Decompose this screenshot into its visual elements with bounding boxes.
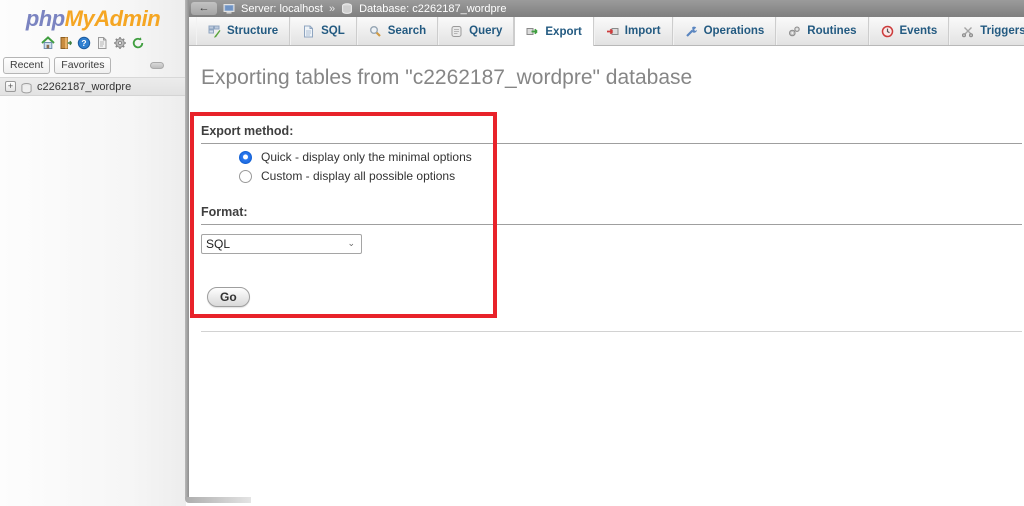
- tab-bar: Structure SQL Search Query Export Import: [189, 17, 1024, 46]
- tab-events[interactable]: Events: [869, 17, 950, 45]
- export-icon: [526, 25, 539, 38]
- format-section-header: Format:: [201, 203, 1022, 225]
- tab-sql-label: SQL: [321, 25, 345, 37]
- format-label: Format:: [201, 205, 248, 219]
- format-select[interactable]: SQL: [201, 234, 362, 254]
- events-icon: [881, 25, 894, 38]
- custom-radio[interactable]: [239, 170, 252, 183]
- database-tree-item[interactable]: + c2262187_wordpre: [0, 77, 186, 96]
- recent-button[interactable]: Recent: [3, 57, 50, 74]
- export-method-section-header: Export method:: [201, 122, 1022, 144]
- search-icon: [369, 25, 382, 38]
- tab-operations-label: Operations: [704, 25, 765, 37]
- tab-import-label: Import: [625, 25, 661, 37]
- main-panel: ← Server: localhost » Database: c2262187…: [189, 0, 1024, 497]
- content-separator: [201, 331, 1022, 332]
- page-title: Exporting tables from "c2262187_wordpre"…: [201, 66, 692, 90]
- back-button[interactable]: ←: [191, 2, 217, 15]
- tab-query-label: Query: [469, 25, 502, 37]
- tab-import[interactable]: Import: [594, 17, 673, 45]
- custom-radio-label[interactable]: Custom - display all possible options: [261, 169, 455, 183]
- help-icon[interactable]: ?: [77, 36, 91, 50]
- database-icon: [20, 81, 33, 92]
- server-icon: [223, 3, 235, 15]
- tree-expand-icon[interactable]: +: [5, 81, 16, 92]
- import-icon: [606, 25, 619, 38]
- tab-routines-label: Routines: [807, 25, 856, 37]
- database-tree-label[interactable]: c2262187_wordpre: [37, 81, 131, 93]
- tab-sql[interactable]: SQL: [290, 17, 357, 45]
- database-icon: [341, 3, 353, 15]
- sidebar-collapse-handle[interactable]: [150, 62, 164, 69]
- settings-icon[interactable]: [113, 36, 127, 50]
- quick-option-row[interactable]: Quick - display only the minimal options: [239, 150, 472, 164]
- tab-triggers-label: Triggers: [980, 25, 1024, 37]
- favorites-button[interactable]: Favorites: [54, 57, 111, 74]
- tab-export[interactable]: Export: [514, 17, 593, 46]
- logo-php: php: [26, 6, 65, 31]
- quick-radio-label[interactable]: Quick - display only the minimal options: [261, 150, 472, 164]
- refresh-icon[interactable]: [131, 36, 145, 50]
- tab-query[interactable]: Query: [438, 17, 514, 45]
- tab-search[interactable]: Search: [357, 17, 438, 45]
- format-select-wrap: SQL ⌄: [201, 234, 362, 254]
- export-method-label: Export method:: [201, 124, 293, 138]
- tab-triggers[interactable]: Triggers: [949, 17, 1024, 45]
- home-icon[interactable]: [41, 36, 55, 50]
- tab-routines[interactable]: Routines: [776, 17, 868, 45]
- docs-icon[interactable]: [95, 36, 109, 50]
- tab-search-label: Search: [388, 25, 426, 37]
- tab-structure[interactable]: Structure: [196, 17, 290, 45]
- quick-radio[interactable]: [239, 151, 252, 164]
- tab-export-label: Export: [545, 26, 581, 38]
- triggers-icon: [961, 25, 974, 38]
- logo-myadmin: MyAdmin: [65, 6, 161, 31]
- tab-events-label: Events: [900, 25, 938, 37]
- tab-operations[interactable]: Operations: [673, 17, 777, 45]
- sidebar: phpMyAdmin ? Recent Favorites: [0, 0, 186, 506]
- window-frame-edge: [185, 497, 251, 503]
- breadcrumb-database[interactable]: Database: c2262187_wordpre: [359, 3, 506, 15]
- logout-icon[interactable]: [59, 36, 73, 50]
- tab-structure-label: Structure: [227, 25, 278, 37]
- custom-option-row[interactable]: Custom - display all possible options: [239, 169, 455, 183]
- breadcrumb-separator: »: [329, 3, 335, 15]
- structure-icon: [208, 25, 221, 38]
- operations-icon: [685, 25, 698, 38]
- routines-icon: [788, 25, 801, 38]
- breadcrumb-server[interactable]: Server: localhost: [241, 3, 323, 15]
- query-icon: [450, 25, 463, 38]
- svg-text:?: ?: [81, 38, 86, 48]
- breadcrumb: ← Server: localhost » Database: c2262187…: [189, 0, 1024, 17]
- sql-icon: [302, 25, 315, 38]
- sidebar-icon-toolbar: ?: [0, 36, 186, 50]
- phpmyadmin-window: phpMyAdmin ? Recent Favorites: [0, 0, 1024, 506]
- phpmyadmin-logo: phpMyAdmin: [0, 0, 186, 32]
- go-button[interactable]: Go: [207, 287, 250, 307]
